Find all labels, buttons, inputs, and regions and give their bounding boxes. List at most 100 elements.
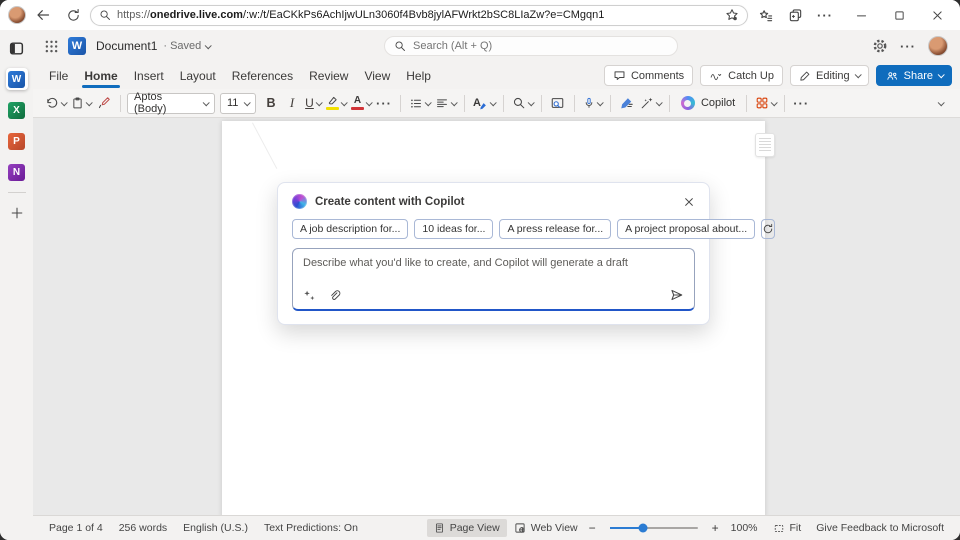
- word-header: W Document1 · Saved ···: [33, 30, 960, 62]
- suggestion-chip[interactable]: A project proposal about...: [617, 219, 755, 239]
- chevron-down-icon: [771, 99, 778, 106]
- dictate-button[interactable]: [581, 92, 604, 114]
- web-view-button[interactable]: Web View: [507, 519, 585, 537]
- zoom-out-button[interactable]: −: [585, 521, 600, 535]
- highlight-button[interactable]: [324, 92, 348, 114]
- refresh-suggestions-button[interactable]: [761, 219, 775, 239]
- fit-button[interactable]: Fit: [766, 519, 809, 537]
- font-size-select[interactable]: 11: [220, 93, 256, 114]
- app-search-box[interactable]: [384, 36, 678, 56]
- search-pane-icon[interactable]: [548, 92, 568, 114]
- add-ins-button[interactable]: [753, 92, 778, 114]
- word-logo-icon[interactable]: W: [68, 37, 86, 55]
- zoom-level[interactable]: 100%: [723, 522, 766, 534]
- collections-icon[interactable]: [782, 3, 808, 27]
- ribbon-tab-strip: File Home Insert Layout References Revie…: [33, 62, 960, 89]
- tab-view[interactable]: View: [356, 65, 398, 87]
- onenote-icon: N: [8, 164, 25, 181]
- bullets-button[interactable]: [407, 92, 432, 114]
- browser-profile-avatar[interactable]: [8, 6, 26, 24]
- minimize-button[interactable]: [848, 3, 874, 27]
- more-font-options-button[interactable]: ···: [374, 92, 394, 114]
- zoom-slider-thumb[interactable]: [639, 524, 648, 533]
- comments-button[interactable]: Comments: [604, 65, 693, 86]
- language-status[interactable]: English (U.S.): [175, 522, 256, 534]
- page-decoration-line: [252, 123, 277, 169]
- favorites-icon[interactable]: [752, 3, 778, 27]
- divider: [746, 95, 747, 112]
- refresh-button[interactable]: [60, 3, 86, 27]
- underline-button[interactable]: U: [303, 92, 323, 114]
- rewrite-sparkle-icon[interactable]: [303, 289, 316, 302]
- rail-word-app[interactable]: W: [6, 68, 28, 90]
- copilot-button[interactable]: Copilot: [676, 92, 740, 114]
- divider: [669, 95, 670, 112]
- rail-onenote-app[interactable]: N: [6, 161, 28, 183]
- feedback-link[interactable]: Give Feedback to Microsoft: [808, 522, 952, 534]
- app-launcher-icon[interactable]: [45, 40, 58, 53]
- add-app-button[interactable]: [6, 202, 28, 224]
- paste-button[interactable]: [69, 92, 93, 114]
- attach-paperclip-icon[interactable]: [328, 289, 341, 302]
- divider: [541, 95, 542, 112]
- ribbon-collapse-button[interactable]: [930, 92, 950, 114]
- suggestion-chip[interactable]: A press release for...: [499, 219, 611, 239]
- tab-review[interactable]: Review: [301, 65, 356, 87]
- tab-references[interactable]: References: [224, 65, 301, 87]
- bold-button[interactable]: B: [261, 92, 281, 114]
- divider: [574, 95, 575, 112]
- rail-divider: [8, 192, 26, 193]
- find-button[interactable]: [510, 92, 535, 114]
- address-bar[interactable]: https://onedrive.live.com/:w:/t/EaCKkPs6…: [90, 5, 748, 26]
- text-predictions-status[interactable]: Text Predictions: On: [256, 522, 366, 534]
- settings-gear-icon[interactable]: [872, 38, 888, 54]
- align-button[interactable]: [433, 92, 458, 114]
- back-button[interactable]: [30, 3, 56, 27]
- tab-insert[interactable]: Insert: [126, 65, 172, 87]
- close-button[interactable]: [924, 3, 950, 27]
- collapsed-comment-card[interactable]: [755, 133, 775, 157]
- dialog-close-icon[interactable]: [683, 196, 695, 208]
- suggestion-chip[interactable]: A job description for...: [292, 219, 408, 239]
- sidebar-panel-icon[interactable]: [6, 37, 28, 59]
- catch-up-button[interactable]: Catch Up: [700, 65, 783, 86]
- suggestion-chip[interactable]: 10 ideas for...: [414, 219, 493, 239]
- styles-button[interactable]: A: [471, 92, 497, 114]
- search-input[interactable]: [413, 40, 668, 52]
- share-button[interactable]: Share: [876, 65, 952, 86]
- header-more-icon[interactable]: ···: [900, 39, 916, 54]
- copilot-prompt-input[interactable]: [303, 257, 684, 273]
- toolbar-more-button[interactable]: ···: [791, 92, 811, 114]
- zoom-slider[interactable]: [610, 527, 698, 529]
- tab-home[interactable]: Home: [76, 65, 125, 87]
- account-avatar[interactable]: [928, 36, 948, 56]
- editor-button[interactable]: [617, 92, 637, 114]
- copilot-icon: [292, 194, 307, 209]
- save-status[interactable]: · Saved: [163, 40, 210, 52]
- undo-button[interactable]: [43, 92, 68, 114]
- document-title[interactable]: Document1: [96, 39, 157, 53]
- zoom-in-button[interactable]: +: [708, 521, 723, 535]
- rail-powerpoint-app[interactable]: P: [6, 130, 28, 152]
- chevron-down-icon: [341, 99, 348, 106]
- send-prompt-icon[interactable]: [669, 288, 684, 302]
- chevron-down-icon: [937, 99, 944, 106]
- font-color-button[interactable]: A: [349, 92, 373, 114]
- page-view-button[interactable]: Page View: [427, 519, 507, 537]
- auto-rewrite-wand-button[interactable]: [638, 92, 663, 114]
- tab-file[interactable]: File: [41, 65, 76, 87]
- maximize-button[interactable]: [886, 3, 912, 27]
- excel-icon: X: [8, 102, 25, 119]
- bookmark-star-icon[interactable]: [725, 8, 739, 22]
- word-count-status[interactable]: 256 words: [111, 522, 175, 534]
- font-name-select[interactable]: Aptos (Body): [127, 93, 215, 114]
- page-count-status[interactable]: Page 1 of 4: [41, 522, 111, 534]
- rail-excel-app[interactable]: X: [6, 99, 28, 121]
- italic-button[interactable]: I: [282, 92, 302, 114]
- divider: [400, 95, 401, 112]
- tab-help[interactable]: Help: [398, 65, 439, 87]
- format-painter-button[interactable]: [94, 92, 114, 114]
- editing-mode-button[interactable]: Editing: [790, 65, 869, 86]
- browser-menu-icon[interactable]: ···: [812, 3, 838, 27]
- tab-layout[interactable]: Layout: [172, 65, 224, 87]
